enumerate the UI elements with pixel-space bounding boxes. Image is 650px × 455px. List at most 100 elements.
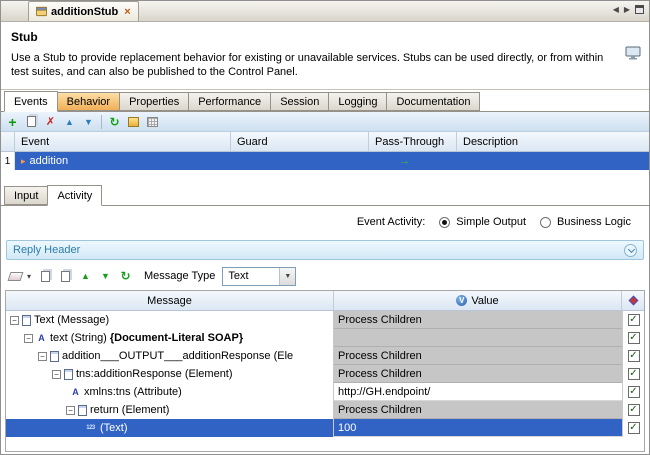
- tree-row-text-string[interactable]: − A text (String) {Document-Literal SOAP…: [6, 329, 644, 347]
- node-label: (Text): [100, 422, 128, 434]
- radio-business-logic[interactable]: [540, 217, 551, 228]
- description-line1: Use a Stub to provide replacement behavi…: [11, 51, 639, 65]
- value-cell[interactable]: http://GH.endpoint/: [334, 383, 622, 401]
- message-type-select[interactable]: Text ▼: [222, 267, 296, 286]
- grid-icon[interactable]: [144, 114, 161, 130]
- collapse-chevron-icon[interactable]: [624, 244, 637, 257]
- message-node-icon: [22, 315, 31, 326]
- node-label: return (Element): [90, 404, 169, 416]
- message-type-value: Text: [223, 270, 279, 282]
- refresh-icon[interactable]: ↻: [106, 114, 123, 130]
- page-glyph: [27, 116, 36, 127]
- business-logic-label: Business Logic: [557, 216, 631, 228]
- column-include[interactable]: [622, 291, 644, 310]
- value-cell[interactable]: 100: [334, 419, 622, 437]
- tree-row-return[interactable]: − return (Element) Process Children ✓: [6, 401, 644, 419]
- include-checkbox[interactable]: ✓: [628, 332, 640, 344]
- monitor-icon: [625, 46, 641, 60]
- value-cell[interactable]: Process Children: [334, 311, 622, 329]
- include-checkbox[interactable]: ✓: [628, 314, 640, 326]
- delete-event-icon[interactable]: ✗: [42, 114, 59, 130]
- column-label: Message: [147, 295, 192, 307]
- tab-behavior[interactable]: Behavior: [57, 92, 120, 111]
- move-node-up-icon[interactable]: ▲: [77, 268, 94, 284]
- tab-session[interactable]: Session: [270, 92, 329, 111]
- tab-label: Documentation: [396, 96, 470, 108]
- combo-arrow-icon[interactable]: ▼: [279, 268, 295, 285]
- event-table-row[interactable]: 1 ▸ addition →: [1, 152, 649, 170]
- value-cell[interactable]: Process Children: [334, 401, 622, 419]
- expander-icon[interactable]: −: [38, 352, 47, 361]
- document-tabbar: additionStub × ◀ ▶: [1, 1, 649, 22]
- window-list-icon[interactable]: [635, 5, 644, 14]
- reply-header-bar[interactable]: Reply Header: [6, 240, 644, 260]
- value-cell[interactable]: Process Children: [334, 365, 622, 383]
- element-node-icon: [50, 351, 59, 362]
- expander-icon[interactable]: −: [52, 370, 61, 379]
- tab-properties[interactable]: Properties: [119, 92, 189, 111]
- paste-icon[interactable]: [23, 114, 40, 130]
- eraser-dropdown-icon[interactable]: ▾: [27, 272, 31, 281]
- radio-simple-output[interactable]: [439, 217, 450, 228]
- column-message[interactable]: Message: [6, 291, 334, 310]
- tab-logging[interactable]: Logging: [328, 92, 387, 111]
- column-event[interactable]: Event: [15, 132, 231, 151]
- copy-icon[interactable]: [37, 268, 54, 284]
- eraser-icon[interactable]: [7, 268, 24, 284]
- move-up-icon[interactable]: ▲: [61, 114, 78, 130]
- tab-performance[interactable]: Performance: [188, 92, 271, 111]
- tree-table-filler: [6, 437, 644, 451]
- description-line2: test suites, and can also be published t…: [11, 65, 639, 79]
- expander-icon[interactable]: −: [66, 406, 75, 415]
- value-cell[interactable]: Process Children: [334, 347, 622, 365]
- message-type-label: Message Type: [144, 270, 215, 282]
- tree-row-text-value[interactable]: 123 (Text) 100 ✓: [6, 419, 644, 437]
- column-pass-through[interactable]: Pass-Through: [369, 132, 457, 151]
- column-value[interactable]: VValue: [334, 291, 622, 310]
- tab-input[interactable]: Input: [4, 186, 48, 205]
- include-checkbox[interactable]: ✓: [628, 350, 640, 362]
- message-toolbar: ▾ ▲ ▼ ↻ Message Type Text ▼: [1, 262, 649, 290]
- tree-row-text-message[interactable]: − Text (Message) Process Children ✓: [6, 311, 644, 329]
- include-column-icon: [628, 296, 638, 306]
- tab-label: Performance: [198, 96, 261, 108]
- element-node-icon: [64, 369, 73, 380]
- tab-label: Behavior: [67, 96, 110, 108]
- include-checkbox[interactable]: ✓: [628, 404, 640, 416]
- sub-tabs: Input Activity: [1, 184, 649, 206]
- refresh-message-icon[interactable]: ↻: [117, 268, 134, 284]
- tab-additionstub[interactable]: additionStub ×: [28, 1, 139, 21]
- expander-icon[interactable]: −: [10, 316, 19, 325]
- include-checkbox[interactable]: ✓: [628, 368, 640, 380]
- main-tabs: Events Behavior Properties Performance S…: [1, 90, 649, 112]
- tab-title: additionStub: [51, 6, 118, 18]
- event-name: addition: [30, 155, 69, 167]
- move-down-icon[interactable]: ▼: [80, 114, 97, 130]
- move-node-down-icon[interactable]: ▼: [97, 268, 114, 284]
- close-tab-icon[interactable]: ×: [124, 6, 130, 18]
- add-event-icon[interactable]: +: [4, 114, 21, 130]
- include-checkbox[interactable]: ✓: [628, 422, 640, 434]
- element-node-icon: [78, 405, 87, 416]
- tab-activity[interactable]: Activity: [47, 185, 102, 206]
- library-icon[interactable]: [125, 114, 142, 130]
- value-cell[interactable]: [334, 329, 622, 347]
- tab-documentation[interactable]: Documentation: [386, 92, 480, 111]
- paste-message-icon[interactable]: [57, 268, 74, 284]
- tree-row-addition-output[interactable]: − addition___OUTPUT___additionResponse (…: [6, 347, 644, 365]
- tree-row-xmlns-tns[interactable]: A xmlns:tns (Attribute) http://GH.endpoi…: [6, 383, 644, 401]
- node-label-bold: {Document-Literal SOAP}: [110, 332, 243, 344]
- message-tree-table: Message VValue − Text (Message) Process …: [5, 290, 645, 452]
- selected-event[interactable]: ▸ addition →: [15, 152, 649, 170]
- tab-label: Input: [14, 190, 38, 202]
- tree-row-tns-additionresponse[interactable]: − tns:additionResponse (Element) Process…: [6, 365, 644, 383]
- column-description[interactable]: Description: [457, 132, 649, 151]
- tab-label: Logging: [338, 96, 377, 108]
- column-guard[interactable]: Guard: [231, 132, 369, 151]
- nav-left-icon[interactable]: ◀: [613, 5, 619, 14]
- nav-right-icon[interactable]: ▶: [624, 5, 630, 14]
- expander-icon[interactable]: −: [24, 334, 33, 343]
- tab-events[interactable]: Events: [4, 91, 58, 112]
- toolbar-divider: [101, 115, 102, 129]
- include-checkbox[interactable]: ✓: [628, 386, 640, 398]
